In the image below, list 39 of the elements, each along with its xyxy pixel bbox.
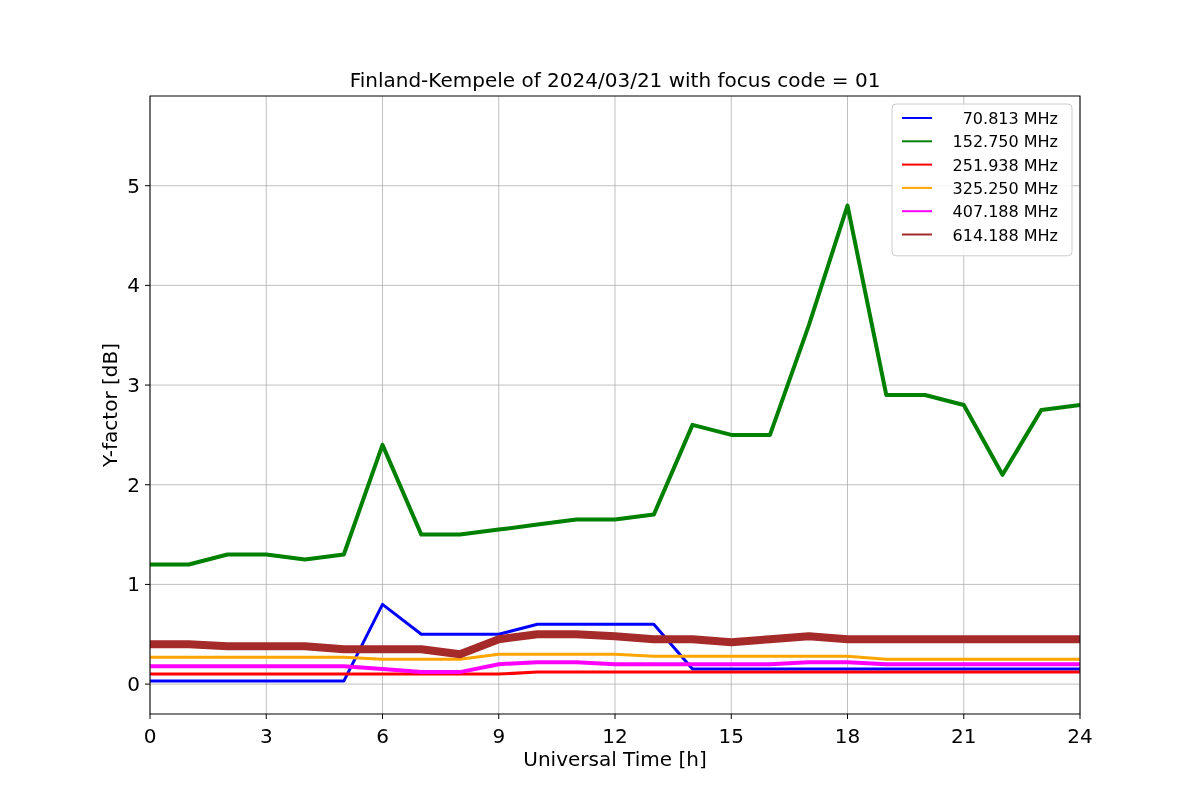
tick-mark <box>963 713 965 720</box>
tick-label: 21 <box>951 724 977 748</box>
tick-mark <box>149 713 151 720</box>
tick-label: 6 <box>376 724 389 748</box>
tick-label: 4 <box>127 273 140 298</box>
tick-mark <box>382 713 383 720</box>
tick-mark <box>144 583 151 585</box>
tick-mark <box>498 713 500 720</box>
y-axis-label: Y-factor [dB] <box>98 343 122 467</box>
tick-label: 2 <box>127 472 140 497</box>
chart-title: Finland-Kempele of 2024/03/21 with focus code = 01 <box>349 68 881 92</box>
tick-mark <box>265 713 267 720</box>
tick-mark <box>144 185 151 187</box>
tick-label: 15 <box>718 724 744 748</box>
tick-mark <box>1079 713 1081 720</box>
legend-label: 614.188 MHz <box>952 225 1058 245</box>
tick-label: 1 <box>127 572 140 597</box>
legend-label: 325.250 MHz <box>952 178 1058 198</box>
tick-label: 3 <box>127 373 140 398</box>
x-axis-label: Universal Time [h] <box>523 747 707 771</box>
tick-mark <box>730 713 732 720</box>
legend-label: 251.938 MHz <box>952 155 1058 175</box>
tick-mark <box>614 713 616 720</box>
tick-mark <box>144 683 151 685</box>
legend-label: 152.750 MHz <box>952 132 1058 152</box>
legend-label: 70.813 MHz <box>962 109 1058 128</box>
tick-label: 9 <box>492 724 506 748</box>
tick-mark <box>144 484 151 486</box>
tick-label: 5 <box>127 173 140 198</box>
tick-label: 0 <box>143 724 157 748</box>
tick-label: 24 <box>1067 724 1093 748</box>
tick-label: 18 <box>834 724 861 748</box>
tick-label: 0 <box>127 672 140 697</box>
legend-label: 407.188 MHz <box>952 202 1058 222</box>
tick-label: 3 <box>259 724 273 748</box>
tick-mark <box>144 384 151 386</box>
tick-mark <box>847 713 848 720</box>
tick-label: 12 <box>602 724 628 748</box>
tick-mark <box>144 284 151 286</box>
